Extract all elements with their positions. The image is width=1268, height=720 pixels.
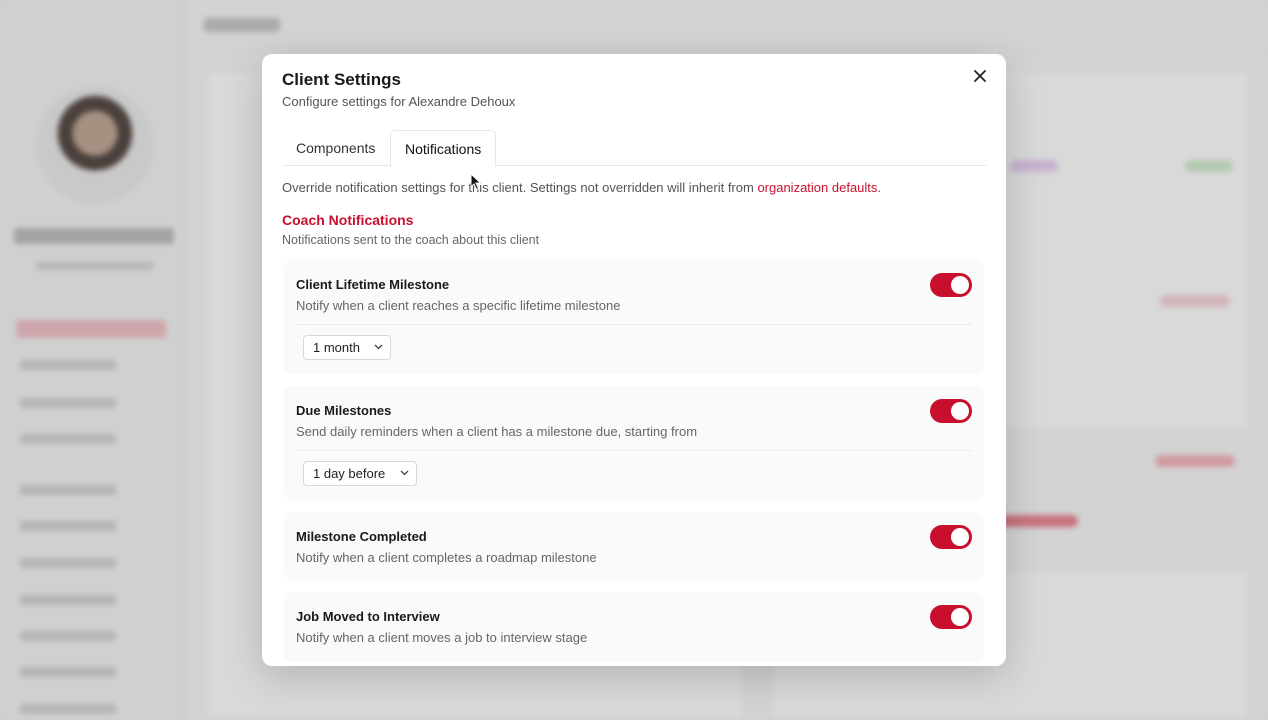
intro-text: Override notification settings for this …: [282, 180, 881, 195]
setting-row-client-lifetime-milestone: Client Lifetime Milestone Notify when a …: [284, 260, 984, 374]
lifetime-milestone-select[interactable]: 1 month: [303, 335, 391, 360]
client-settings-modal: Client Settings Configure settings for A…: [262, 54, 1006, 666]
due-milestones-toggle[interactable]: [930, 399, 972, 423]
modal-title: Client Settings: [282, 70, 402, 89]
setting-description: Notify when a client reaches a specific …: [296, 298, 621, 313]
setting-row-job-moved-to-interview: Job Moved to Interview Notify when a cli…: [284, 592, 984, 662]
job-moved-to-interview-toggle[interactable]: [930, 605, 972, 629]
close-icon: [974, 70, 986, 82]
select-value: 1 day before: [313, 466, 386, 481]
tab-components[interactable]: Components: [282, 130, 389, 167]
section-title: Coach Notifications: [282, 212, 414, 228]
chevron-down-icon: [374, 344, 383, 350]
due-milestones-select[interactable]: 1 day before: [303, 461, 417, 486]
setting-description: Send daily reminders when a client has a…: [296, 424, 698, 439]
setting-description: Notify when a client moves a job to inte…: [296, 630, 588, 645]
close-button[interactable]: [968, 64, 992, 88]
setting-row-due-milestones: Due Milestones Send daily reminders when…: [284, 386, 984, 500]
setting-row-milestone-completed: Milestone Completed Notify when a client…: [284, 512, 984, 580]
row-divider: [296, 324, 972, 325]
tab-notifications[interactable]: Notifications: [390, 130, 497, 167]
toggle-knob: [951, 402, 969, 420]
setting-title: Client Lifetime Milestone: [296, 277, 450, 292]
toggle-knob: [951, 276, 969, 294]
settings-tabs: Components Notifications: [282, 130, 986, 167]
chevron-down-icon: [400, 470, 409, 476]
client-lifetime-milestone-toggle[interactable]: [930, 273, 972, 297]
section-subtitle: Notifications sent to the coach about th…: [282, 233, 540, 247]
row-divider: [296, 450, 972, 451]
milestone-completed-toggle[interactable]: [930, 525, 972, 549]
toggle-knob: [951, 528, 969, 546]
intro-text-suffix: .: [877, 180, 882, 195]
organization-defaults-link[interactable]: organization defaults: [757, 180, 877, 195]
select-value: 1 month: [313, 340, 360, 355]
intro-text-body: Override notification settings for this …: [282, 180, 758, 195]
modal-subtitle: Configure settings for Alexandre Dehoux: [282, 94, 516, 109]
setting-title: Job Moved to Interview: [296, 609, 440, 624]
setting-title: Milestone Completed: [296, 529, 427, 544]
mouse-cursor-icon: [470, 173, 482, 191]
setting-description: Notify when a client completes a roadmap…: [296, 550, 597, 565]
setting-title: Due Milestones: [296, 403, 392, 418]
toggle-knob: [951, 608, 969, 626]
